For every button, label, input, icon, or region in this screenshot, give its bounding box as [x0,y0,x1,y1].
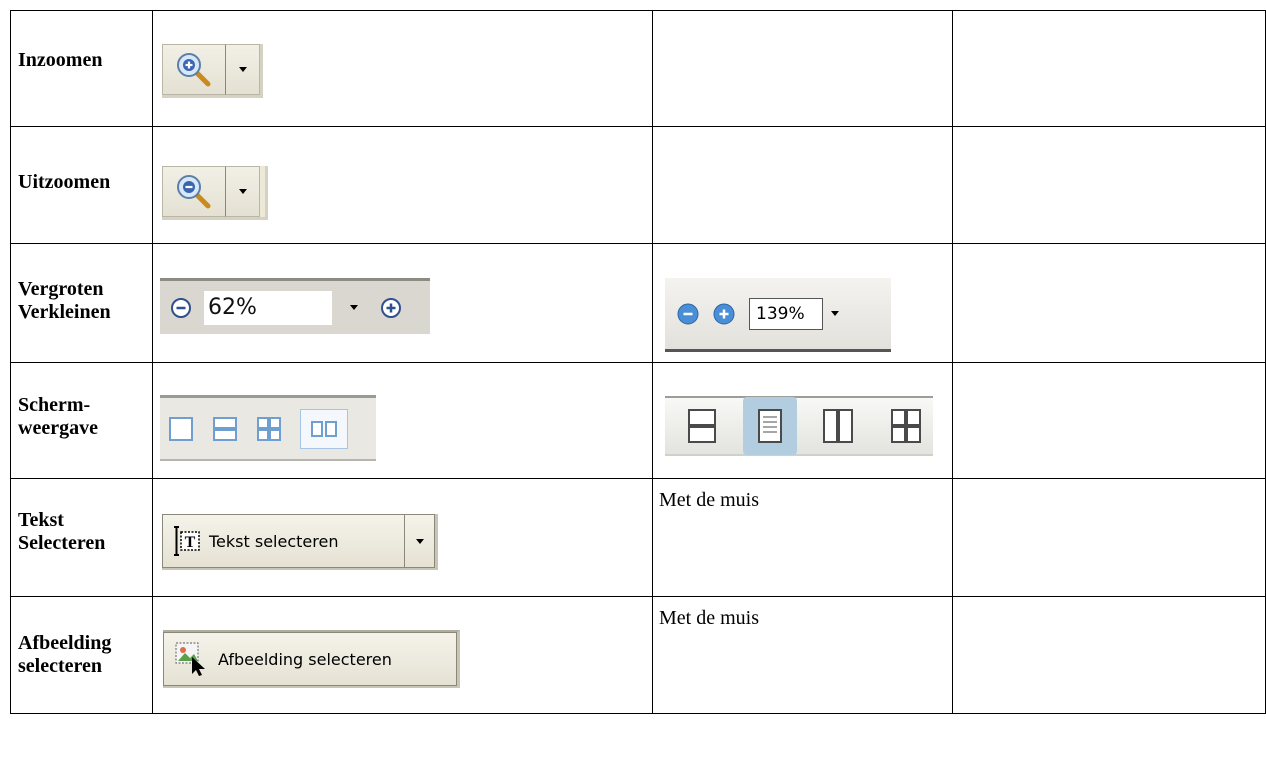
chevron-down-icon[interactable] [831,311,839,316]
image-select-button[interactable]: Afbeelding selecteren [163,632,457,686]
toolbar-cell [152,10,653,127]
row-label-cell: Afbeelding selecteren [10,596,153,714]
chevron-down-icon [238,67,247,72]
chevron-down-icon [415,538,424,544]
empty-cell [952,243,1266,363]
zoom-in-button[interactable] [162,44,226,95]
table-row: Vergroten Verkleinen 62% 139% [10,243,1266,363]
note-text: Met de muis [659,489,759,511]
text-select-button[interactable]: T Tekst selecteren [162,514,405,568]
note-cell: Met de muis [652,596,953,714]
row-label: Scherm- weergave [18,394,98,439]
text-select-label: Tekst selecteren [209,531,339,551]
empty-cell [652,10,953,127]
row-label-cell: Scherm- weergave [10,362,153,479]
empty-cell [952,596,1266,714]
zoom-out-circle-icon[interactable] [677,303,699,325]
continuous-page-icon [688,409,716,443]
table-row: Tekst Selecteren T Tekst selecteren Met … [10,478,1266,597]
toolbar-cell-alt [652,362,953,479]
continuous-page-button[interactable] [675,396,729,456]
page-view-toolbar-alt [665,396,933,456]
image-select-icon [175,642,205,676]
note-text: Met de muis [659,607,759,629]
two-up-button-active[interactable] [300,408,348,449]
zoom-toolbar: 62% [160,278,430,334]
zoom-toolbar-alt: 139% [665,278,891,352]
zoom-out-dropdown-arrow[interactable] [226,166,260,217]
two-up-icon [823,409,853,443]
empty-cell [952,362,1266,479]
zoom-out-icon [177,174,211,208]
zoom-in-split-button[interactable] [162,44,263,98]
continuous-page-icon[interactable] [212,416,238,442]
zoom-level-field[interactable]: 139% [749,297,823,330]
zoom-in-circle-icon[interactable] [713,303,735,325]
row-label-cell: Tekst Selecteren [10,478,153,597]
single-page-icon [758,409,782,443]
row-label: Vergroten Verkleinen [18,278,111,323]
zoom-in-circle-icon[interactable] [380,297,402,319]
single-page-icon[interactable] [168,416,194,442]
toolbar-cell-alt: 139% [652,243,953,363]
facing-pages-icon [891,409,921,443]
row-label-cell: Inzoomen [10,10,153,127]
table-row: Inzoomen [10,10,1266,127]
chevron-down-icon[interactable] [350,305,358,310]
text-select-icon: T [174,526,200,556]
svg-text:T: T [185,534,196,551]
row-label: Tekst Selecteren [18,509,106,554]
row-label: Inzoomen [18,49,103,71]
row-label: Uitzoomen [18,171,111,193]
chevron-down-icon [238,189,247,194]
toolbar-cell [152,362,653,479]
table-row: Scherm- weergave [10,362,1266,479]
toolbar-cell: 62% [152,243,653,363]
zoom-in-icon [177,52,211,86]
toolbar-cell: Afbeelding selecteren [152,596,653,714]
text-select-tool[interactable]: T Tekst selecteren [162,514,438,570]
image-select-tool[interactable]: Afbeelding selecteren [163,630,460,688]
two-up-button[interactable] [811,396,865,456]
row-label-cell: Vergroten Verkleinen [10,243,153,363]
facing-pages-button[interactable] [879,396,933,456]
zoom-out-split-button[interactable] [162,166,268,220]
empty-cell [952,10,1266,127]
zoom-level-field[interactable]: 62% [204,290,332,325]
empty-cell [952,126,1266,244]
facing-pages-icon[interactable] [256,416,282,442]
two-up-icon [311,420,337,437]
zoom-out-circle-icon[interactable] [170,297,192,319]
table-row: Uitzoomen [10,126,1266,244]
row-label-cell: Uitzoomen [10,126,153,244]
zoom-tools-table: Inzoomen Uitzoomen Vergroten Verkleinen … [10,10,1266,714]
note-cell: Met de muis [652,478,953,597]
row-label: Afbeelding selecteren [18,632,112,677]
zoom-in-dropdown-arrow[interactable] [226,44,260,95]
text-select-dropdown-arrow[interactable] [405,514,435,568]
empty-cell [952,478,1266,597]
page-view-toolbar [160,395,376,461]
image-select-label: Afbeelding selecteren [218,649,392,669]
table-row: Afbeelding selecteren Afbeelding selecte… [10,596,1266,714]
toolbar-cell: T Tekst selecteren [152,478,653,597]
single-page-button-active[interactable] [743,397,797,455]
toolbar-cell [152,126,653,244]
empty-cell [652,126,953,244]
zoom-out-button[interactable] [162,166,226,217]
